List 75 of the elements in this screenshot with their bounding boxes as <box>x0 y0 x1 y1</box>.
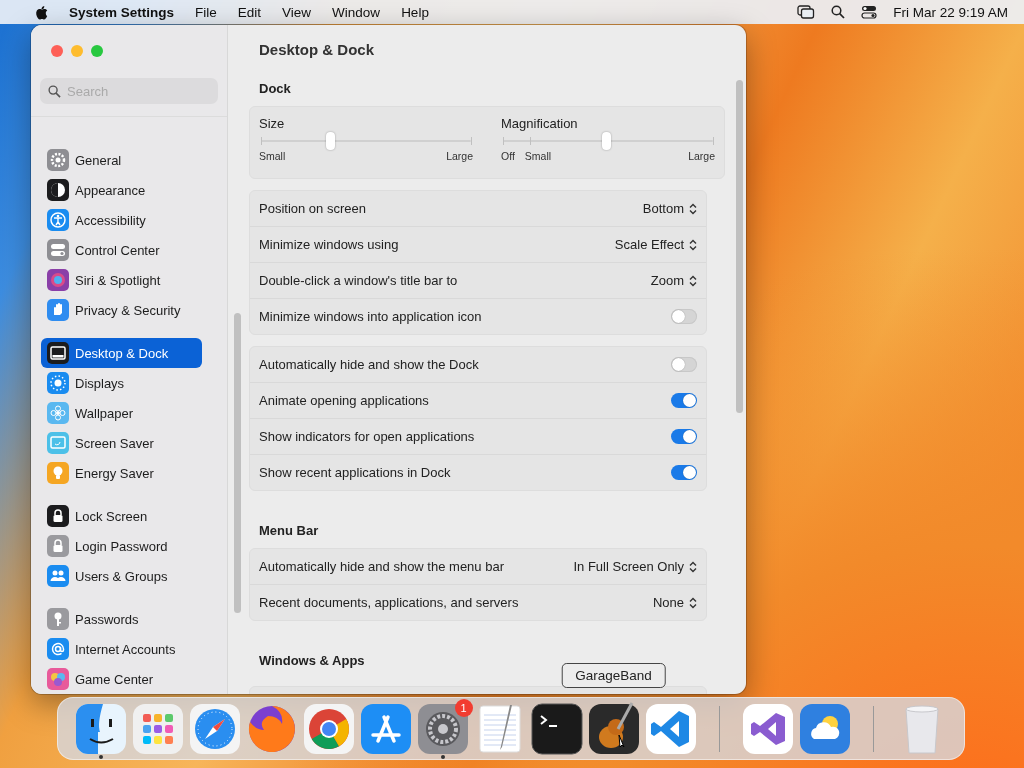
slider-label: Magnification <box>501 116 579 131</box>
sidebar-item[interactable]: Energy Saver <box>41 458 202 488</box>
slider-thumb[interactable] <box>601 132 611 150</box>
scrollbar[interactable] <box>736 80 743 413</box>
setting-label: Automatically hide and show the menu bar <box>259 559 504 574</box>
section-heading: Menu Bar <box>258 522 320 540</box>
search-icon[interactable] <box>831 5 846 19</box>
popup-button[interactable]: Scale Effect <box>614 237 697 252</box>
sidebar-item[interactable]: Internet Accounts <box>41 634 202 664</box>
search-icon <box>48 85 61 98</box>
setting-label: Automatically hide and show the Dock <box>259 357 479 372</box>
setting-label: Position on screen <box>259 201 366 216</box>
slider-mark-label: Small <box>524 150 552 162</box>
chevron-updown-icon <box>689 560 697 573</box>
setting-label: Show recent applications in Dock <box>259 465 451 480</box>
chevron-updown-icon <box>689 274 697 287</box>
sidebar-item[interactable]: Siri & Spotlight <box>41 265 202 295</box>
control-center-icon[interactable] <box>861 5 878 19</box>
setting-label: Minimize windows using <box>259 237 399 252</box>
setting-label: Animate opening applications <box>259 393 429 408</box>
chevron-updown-icon <box>689 238 697 251</box>
menu-item[interactable]: Help <box>401 4 429 20</box>
setting-label: Recent documents, applications, and servers <box>259 595 519 610</box>
notification-badge: 1 <box>454 699 473 717</box>
chevron-updown-icon <box>689 596 697 609</box>
slider-mark-label: Large <box>688 150 715 162</box>
setting-label: Double-click a window's title bar to <box>259 273 458 288</box>
menu-item[interactable]: File <box>195 4 217 20</box>
toggle-switch[interactable] <box>671 393 697 408</box>
setting-label: Minimize windows into application icon <box>259 309 482 324</box>
sidebar-item[interactable]: General <box>41 145 202 175</box>
toggle-switch[interactable] <box>671 309 697 324</box>
sidebar-item[interactable]: Users & Groups <box>41 561 202 591</box>
menu-item[interactable]: Edit <box>237 4 262 20</box>
setting-label: Show indicators for open applications <box>259 429 475 444</box>
slider[interactable] <box>503 132 713 150</box>
sidebar-item[interactable]: Desktop & Dock <box>41 338 202 368</box>
close-button[interactable] <box>51 45 63 57</box>
app-name[interactable]: System Settings <box>69 4 175 20</box>
slider-mark-label: Small <box>259 150 286 162</box>
sidebar-item[interactable]: Lock Screen <box>41 501 202 531</box>
apple-logo-icon[interactable] <box>35 4 48 20</box>
section-heading: Dock <box>258 80 292 98</box>
sidebar-item[interactable]: Displays <box>41 368 202 398</box>
slider-mark-label: Large <box>446 150 473 162</box>
sidebar-item[interactable]: Control Center <box>41 235 202 265</box>
chevron-updown-icon <box>689 202 697 215</box>
slider-mark-label: Off <box>501 150 515 162</box>
sidebar-item[interactable]: Appearance <box>41 175 202 205</box>
toggle-switch[interactable] <box>671 357 697 372</box>
slider[interactable] <box>261 132 471 150</box>
popup-button[interactable]: In Full Screen Only <box>573 559 697 574</box>
toggle-switch[interactable] <box>671 429 697 444</box>
sidebar-item[interactable]: Accessibility <box>41 205 202 235</box>
clock[interactable]: Fri Mar 22 9:19 AM <box>893 4 1008 20</box>
slider-label: Size <box>259 116 286 131</box>
sidebar-item[interactable]: Passwords <box>41 604 202 634</box>
slider-thumb[interactable] <box>326 132 336 150</box>
scrollbar[interactable] <box>234 313 241 613</box>
window-title: Desktop & Dock <box>258 40 376 60</box>
menu-item[interactable]: View <box>282 4 312 20</box>
sidebar-item[interactable]: Wallpaper <box>41 398 202 428</box>
sidebar-item[interactable]: Login Password <box>41 531 202 561</box>
section-heading: Windows & Apps <box>258 652 366 670</box>
menu-item[interactable]: Window <box>332 4 381 20</box>
toggle-switch[interactable] <box>671 465 697 480</box>
popup-button[interactable]: Zoom <box>650 273 697 288</box>
sidebar-item[interactable]: Game Center <box>41 664 202 694</box>
sidebar-item[interactable]: Screen Saver <box>41 428 202 458</box>
popup-button[interactable]: None <box>652 595 697 610</box>
sidebar-item[interactable]: Privacy & Security <box>41 295 202 325</box>
terminal-icon[interactable] <box>528 700 585 757</box>
windows-icon[interactable] <box>797 5 816 19</box>
tooltip: GarageBand <box>561 663 666 688</box>
popup-button[interactable]: Bottom <box>642 201 697 216</box>
